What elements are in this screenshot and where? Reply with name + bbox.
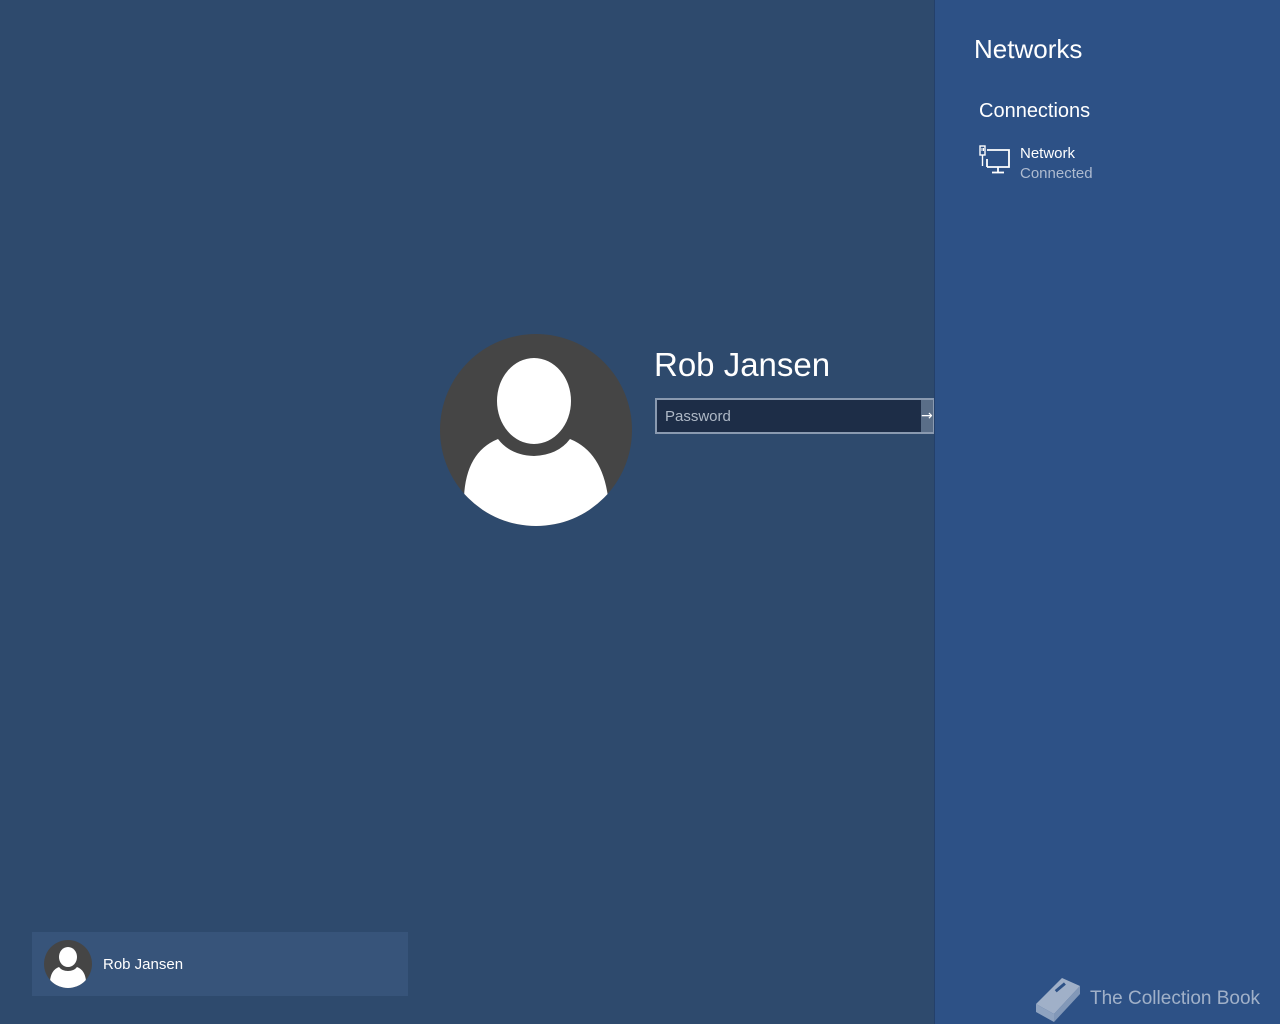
user-silhouette-icon — [464, 358, 608, 526]
networks-panel: Networks Connections Network Connected — [934, 0, 1280, 1024]
network-name: Network — [1020, 145, 1076, 162]
connections-section-title: Connections — [979, 100, 1091, 122]
network-connection-text: Network Connected — [1020, 144, 1093, 184]
watermark-text: The Collection Book — [1090, 988, 1261, 1009]
password-field-container: → — [655, 398, 934, 434]
networks-panel-title: Networks — [974, 34, 1083, 64]
book-icon — [1036, 978, 1080, 1022]
user-silhouette-icon — [50, 947, 86, 988]
user-avatar-small — [44, 940, 92, 988]
username-heading: Rob Jansen — [654, 346, 831, 383]
network-status: Connected — [1020, 165, 1093, 182]
lock-screen-background: Rob Jansen → Rob Jansen — [0, 0, 934, 1024]
password-input[interactable] — [657, 400, 921, 432]
wired-network-icon — [979, 144, 1011, 176]
user-avatar-large — [440, 334, 632, 526]
user-switcher-tile[interactable]: Rob Jansen — [32, 932, 408, 996]
user-tile-name: Rob Jansen — [103, 955, 184, 973]
submit-arrow-button[interactable]: → — [921, 400, 933, 432]
watermark: The Collection Book — [1028, 974, 1260, 1024]
network-connection-item[interactable]: Network Connected — [979, 144, 1239, 188]
